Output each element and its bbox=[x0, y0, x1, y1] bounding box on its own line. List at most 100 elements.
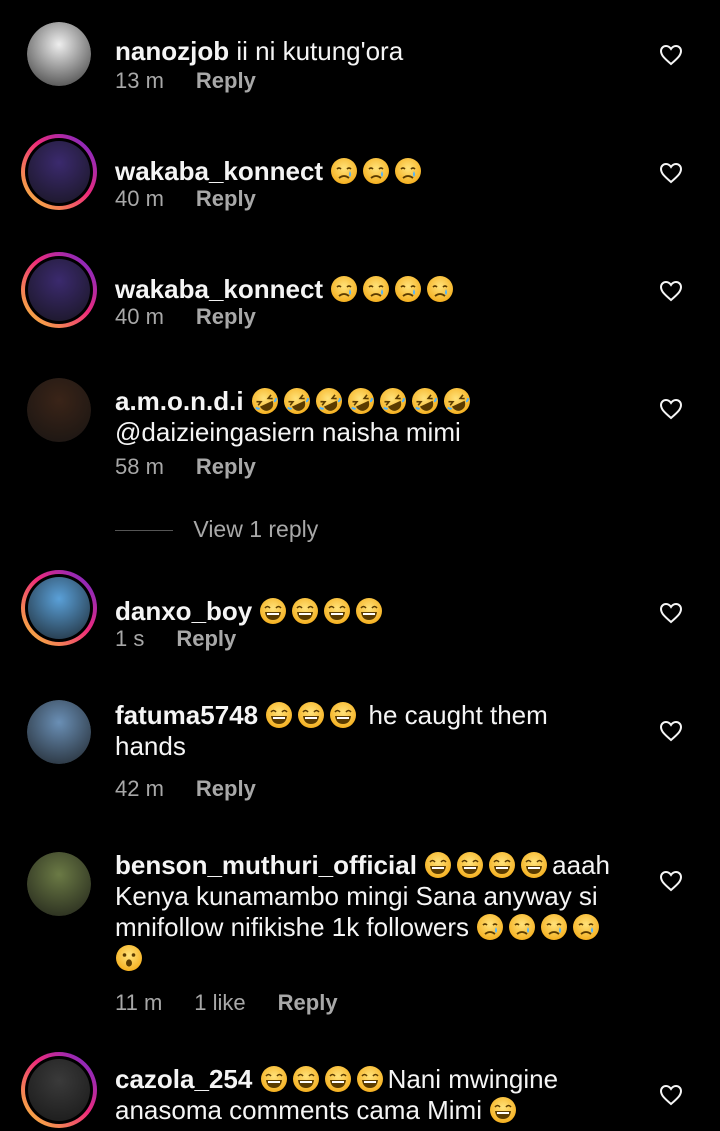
joy-emoji bbox=[424, 851, 452, 879]
crying-emoji bbox=[508, 913, 536, 941]
joy-emoji bbox=[260, 1065, 288, 1093]
comment-body: wakaba_konnect bbox=[115, 274, 640, 305]
joy-emoji bbox=[356, 1065, 384, 1093]
crying-emoji bbox=[426, 275, 454, 303]
reply-button[interactable]: Reply bbox=[278, 990, 338, 1015]
crying-emoji bbox=[362, 157, 390, 185]
comment-username[interactable]: wakaba_konnect bbox=[115, 274, 323, 304]
comment-line-2: hands bbox=[115, 731, 640, 762]
avatar[interactable] bbox=[21, 252, 97, 328]
comment-time: 40 m bbox=[115, 304, 164, 329]
comment-username[interactable]: benson_muthuri_official bbox=[115, 850, 417, 880]
comment-text-line-3: mnifollow nifikishe 1k followers bbox=[115, 912, 470, 942]
avatar[interactable] bbox=[21, 570, 97, 646]
replies-divider bbox=[115, 530, 173, 532]
joy-emoji bbox=[297, 701, 325, 729]
avatar[interactable] bbox=[27, 378, 91, 442]
rofl-emoji bbox=[251, 387, 279, 415]
comment-body: cazola_254 Nani mwingine anasoma comments… bbox=[115, 1064, 640, 1126]
comment-body: wakaba_konnect bbox=[115, 156, 640, 187]
comment-username[interactable]: nanozjob bbox=[115, 36, 229, 66]
rofl-emoji bbox=[411, 387, 439, 415]
like-heart-icon[interactable] bbox=[659, 720, 683, 742]
crying-emoji bbox=[540, 913, 568, 941]
comment-username[interactable]: wakaba_konnect bbox=[115, 156, 323, 186]
comment-time: 58 m bbox=[115, 454, 164, 479]
reply-button[interactable]: Reply bbox=[196, 186, 256, 211]
crying-emoji bbox=[476, 913, 504, 941]
reply-button[interactable]: Reply bbox=[196, 776, 256, 801]
avatar[interactable] bbox=[27, 852, 91, 916]
rofl-emoji bbox=[443, 387, 471, 415]
crying-emoji bbox=[572, 913, 600, 941]
like-heart-icon[interactable] bbox=[659, 280, 683, 302]
comment-line-1: wakaba_konnect bbox=[115, 156, 640, 187]
comment-line-1: danxo_boy bbox=[115, 596, 640, 627]
crying-emoji bbox=[394, 157, 422, 185]
comment-text-line-2: hands bbox=[115, 731, 186, 761]
avatar[interactable] bbox=[27, 22, 91, 86]
joy-emoji bbox=[488, 851, 516, 879]
comment-meta: 40 m Reply bbox=[115, 304, 288, 330]
joy-emoji bbox=[323, 597, 351, 625]
avatar[interactable] bbox=[21, 1052, 97, 1128]
hushed-emoji bbox=[115, 944, 143, 972]
comment-line-1: benson_muthuri_official aaah bbox=[115, 850, 640, 881]
comment-time: 13 m bbox=[115, 68, 164, 93]
comment-line-2: Kenya kunamambo mingi Sana anyway si bbox=[115, 881, 640, 912]
view-replies-button[interactable]: View 1 reply bbox=[115, 516, 318, 543]
like-heart-icon[interactable] bbox=[659, 602, 683, 624]
like-heart-icon[interactable] bbox=[659, 44, 683, 66]
avatar[interactable] bbox=[27, 700, 91, 764]
like-heart-icon[interactable] bbox=[659, 398, 683, 420]
comment-body: danxo_boy bbox=[115, 596, 640, 627]
comment-meta: 11 m 1 like Reply bbox=[115, 990, 370, 1016]
comment-text: ii ni kutung'ora bbox=[236, 36, 404, 66]
comment-username[interactable]: a.m.o.n.d.i bbox=[115, 386, 244, 416]
comment-body: nanozjob ii ni kutung'ora bbox=[115, 36, 640, 67]
comment-username[interactable]: fatuma5748 bbox=[115, 700, 258, 730]
joy-emoji bbox=[292, 1065, 320, 1093]
comment-username[interactable]: danxo_boy bbox=[115, 596, 252, 626]
comment-likes[interactable]: 1 like bbox=[194, 990, 245, 1015]
crying-emoji bbox=[330, 157, 358, 185]
comment-body: a.m.o.n.d.i @daizieingasiern naisha mimi bbox=[115, 386, 640, 448]
comment-text-after: Nani mwingine bbox=[387, 1064, 559, 1094]
comment-line-1: fatuma5748 he caught them bbox=[115, 700, 640, 731]
joy-emoji bbox=[520, 851, 548, 879]
joy-emoji bbox=[329, 701, 357, 729]
reply-button[interactable]: Reply bbox=[196, 454, 256, 479]
rofl-emoji bbox=[379, 387, 407, 415]
joy-emoji bbox=[291, 597, 319, 625]
comment-text-after: aaah bbox=[552, 850, 610, 880]
rofl-emoji bbox=[347, 387, 375, 415]
comment-meta: 42 m Reply bbox=[115, 776, 288, 802]
joy-emoji bbox=[324, 1065, 352, 1093]
reply-button[interactable]: Reply bbox=[176, 626, 236, 651]
reply-button[interactable]: Reply bbox=[196, 68, 256, 93]
like-heart-icon[interactable] bbox=[659, 1084, 683, 1106]
comment-text-line-2: @daizieingasiern naisha mimi bbox=[115, 417, 461, 447]
comment-line-1: wakaba_konnect bbox=[115, 274, 640, 305]
crying-emoji bbox=[362, 275, 390, 303]
comment-username[interactable]: cazola_254 bbox=[115, 1064, 252, 1094]
comment-meta: 58 m Reply bbox=[115, 454, 288, 480]
comment-meta: 40 m Reply bbox=[115, 186, 288, 212]
comment-text-after: he caught them bbox=[361, 700, 548, 730]
comment-body: fatuma5748 he caught them hands bbox=[115, 700, 640, 762]
reply-button[interactable]: Reply bbox=[196, 304, 256, 329]
comment-line-2: @daizieingasiern naisha mimi bbox=[115, 417, 640, 448]
like-heart-icon[interactable] bbox=[659, 870, 683, 892]
comment-text-line-2: anasoma comments cama Mimi bbox=[115, 1095, 482, 1125]
comment-meta: 13 m Reply bbox=[115, 68, 288, 94]
comment-line-1: a.m.o.n.d.i bbox=[115, 386, 640, 417]
comment-time: 42 m bbox=[115, 776, 164, 801]
comment-line-3: mnifollow nifikishe 1k followers bbox=[115, 912, 640, 943]
comment-line-1: cazola_254 Nani mwingine bbox=[115, 1064, 640, 1095]
like-heart-icon[interactable] bbox=[659, 162, 683, 184]
comment-meta: 1 s Reply bbox=[115, 626, 268, 652]
joy-emoji bbox=[489, 1096, 517, 1124]
joy-emoji bbox=[265, 701, 293, 729]
view-replies-label: View 1 reply bbox=[193, 516, 319, 542]
avatar[interactable] bbox=[21, 134, 97, 210]
